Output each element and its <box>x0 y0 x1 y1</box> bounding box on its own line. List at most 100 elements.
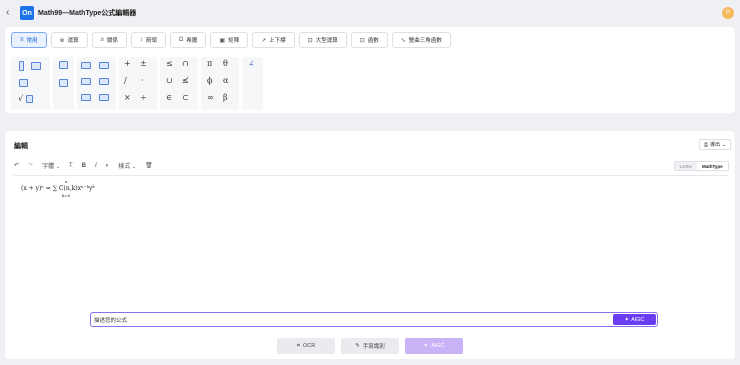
redo-icon[interactable]: ↷ <box>28 162 33 169</box>
formula-canvas[interactable]: (x + y)ⁿ = ∑ C(n,k)xⁿ⁻ᵏyᵏ n k=0 <box>14 175 728 328</box>
delete-icon[interactable]: 🗑 <box>145 162 153 169</box>
relation-icon: ≥ <box>100 37 104 43</box>
ai-prompt-input[interactable] <box>94 315 609 325</box>
italic-button[interactable]: I <box>95 163 97 169</box>
element-of-symbol[interactable]: ∈ <box>166 93 172 102</box>
undo-icon[interactable]: ↶ <box>14 162 19 169</box>
angle-bracket-template[interactable] <box>99 94 109 101</box>
bold-button[interactable]: B <box>82 163 86 169</box>
cup-symbol[interactable]: ∪ <box>166 76 173 85</box>
chevron-left-icon[interactable]: ‹ <box>6 7 9 18</box>
operations-icon: ※ <box>59 37 65 44</box>
symbol-group-greek: π θ ϕ α ∞ β <box>201 57 239 110</box>
wave-icon: ∿ <box>400 37 406 44</box>
symbol-group-fractions: √ <box>11 57 50 110</box>
symbol-groups: √ + ± / · × ÷ ≤ ∩ ∪ ≰ ∈ ⊂ π θ ϕ α ∞ β ∠ <box>11 57 263 110</box>
infinity-symbol[interactable]: ∞ <box>207 93 214 102</box>
tab-functions[interactable]: ⊡ 函數 <box>350 32 388 48</box>
symbol-group-misc: ∠ <box>242 57 263 110</box>
symbol-group-brackets <box>77 57 116 110</box>
norm-template[interactable] <box>81 94 91 101</box>
superscript-icon: ↗ <box>261 37 267 44</box>
tab-relations[interactable]: ≥ 關係 <box>91 32 127 48</box>
tab-common[interactable]: ≡ 常用 <box>11 32 47 48</box>
alpha-symbol[interactable]: α <box>223 76 228 85</box>
angle-symbol[interactable]: ∠ <box>248 59 255 68</box>
sqrt-template[interactable]: √ <box>18 94 23 103</box>
pen-icon: ✎ <box>355 343 360 349</box>
chevron-down-icon: ⌄ <box>131 164 137 170</box>
magic-wand-icon: ✦ <box>624 316 630 323</box>
aigc-button[interactable]: ✦ AIGC <box>405 338 463 354</box>
tab-hyperbolic[interactable]: ∿ 雙曲三角函數 <box>391 32 451 48</box>
aigc-submit-button[interactable]: ✦ AIGC <box>613 314 656 325</box>
fraction-template[interactable] <box>19 61 24 71</box>
beta-symbol[interactable]: β <box>223 93 228 102</box>
export-icon: ⎙ <box>704 141 709 148</box>
slash-symbol[interactable]: / <box>124 76 127 85</box>
bracket-template[interactable] <box>99 62 109 69</box>
divide-symbol[interactable]: ÷ <box>140 93 147 102</box>
plus-minus-symbol[interactable]: ± <box>140 59 147 68</box>
sum-lower-limit: k=0 <box>62 193 71 198</box>
text-format-button[interactable]: T <box>69 163 73 169</box>
font-select[interactable]: 字體 ⌄ <box>42 161 60 170</box>
slash-fraction-template[interactable] <box>31 62 41 70</box>
tab-matrix[interactable]: ▣ 矩陣 <box>210 32 249 48</box>
tab-large-operators[interactable]: ⊡ 大型運算 <box>298 32 347 48</box>
app-header: ‹ On Math99—MathType公式編輯器 P <box>0 0 740 26</box>
tab-operations[interactable]: ※ 運算 <box>50 32 88 48</box>
magic-wand-icon: ✦ <box>423 343 429 349</box>
handwriting-button[interactable]: ✎ 手寫識別 <box>341 338 399 354</box>
app-title: Math99—MathType公式編輯器 <box>38 10 137 17</box>
sqrt-box <box>26 95 33 103</box>
chevron-down-icon: ⌄ <box>55 164 60 170</box>
arrow-icon: ↕ <box>139 37 143 43</box>
phi-symbol[interactable]: ϕ <box>207 76 212 85</box>
formula-display: (x + y)ⁿ = ∑ C(n,k)xⁿ⁻ᵏyᵏ n k=0 <box>21 179 95 198</box>
list-icon: ≡ <box>20 37 24 43</box>
scan-icon: ⌗ <box>296 342 300 349</box>
tab-arrows[interactable]: ↕ 箭頭 <box>130 32 166 48</box>
latex-mode-button[interactable]: LaTex <box>675 162 698 170</box>
abs-template[interactable] <box>99 78 109 85</box>
avatar[interactable]: P <box>722 7 734 19</box>
times-symbol[interactable]: × <box>124 93 131 102</box>
pi-symbol[interactable]: π <box>207 59 212 68</box>
category-tabs: ≡ 常用 ※ 運算 ≥ 關係 ↕ 箭頭 Ω 希臘 ▣ 矩陣 ↗ 上下標 ⊡ 大型運算 ⊡ 函數 ∿… <box>11 32 451 48</box>
format-toolbar: ↶ ↷ 字體 ⌄ T B I ◐ 樣式 ⌄ 🗑 <box>14 161 153 171</box>
symbol-group-relations: ≤ ∩ ∪ ≰ ∈ ⊂ <box>160 57 198 110</box>
dot-symbol[interactable]: · <box>141 76 144 85</box>
nleq-symbol[interactable]: ≰ <box>182 76 189 85</box>
brace-template[interactable] <box>81 78 91 85</box>
cap-symbol[interactable]: ∩ <box>182 59 189 68</box>
style-select[interactable]: 樣式 ⌄ <box>118 161 136 170</box>
tab-scripts[interactable]: ↗ 上下標 <box>252 32 295 48</box>
function-icon: ⊡ <box>359 37 365 44</box>
leq-symbol[interactable]: ≤ <box>166 59 173 68</box>
export-button[interactable]: ⎙ 導出 ⌄ <box>699 139 732 150</box>
ai-prompt-box <box>90 312 658 327</box>
plus-symbol[interactable]: + <box>124 59 131 68</box>
mathtype-mode-button[interactable]: MathType <box>697 162 728 170</box>
small-fraction-template[interactable] <box>19 79 28 87</box>
tab-greek[interactable]: Ω 希臘 <box>169 32 207 48</box>
chevron-down-icon: ⌄ <box>722 141 727 148</box>
subset-symbol[interactable]: ⊂ <box>182 93 189 102</box>
sum-upper-limit: n <box>65 179 68 184</box>
symbol-group-operators: + ± / · × ÷ <box>119 57 157 110</box>
paren-template[interactable] <box>81 62 91 69</box>
omega-icon: Ω <box>178 37 184 43</box>
app-logo: On <box>20 6 34 20</box>
editor-title: 編輯 <box>14 143 28 150</box>
color-palette-icon[interactable]: ◐ <box>106 163 110 169</box>
symbol-toolbar-panel: ≡ 常用 ※ 運算 ≥ 關係 ↕ 箭頭 Ω 希臘 ▣ 矩陣 ↗ 上下標 ⊡ 大型運算 ⊡ 函數 ∿… <box>5 27 735 113</box>
symbol-group-scripts <box>53 57 74 110</box>
large-operator-icon: ⊡ <box>307 37 313 44</box>
superscript-template[interactable] <box>59 61 68 69</box>
matrix-icon: ▣ <box>219 37 226 44</box>
format-mode-toggle: LaTex MathType <box>674 161 729 171</box>
ocr-button[interactable]: ⌗ OCR <box>277 338 335 354</box>
subscript-template[interactable] <box>59 79 68 87</box>
theta-symbol[interactable]: θ <box>223 59 228 68</box>
